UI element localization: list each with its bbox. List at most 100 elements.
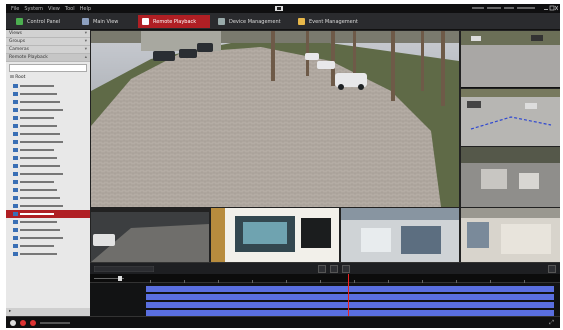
close-icon[interactable]: [554, 5, 558, 11]
date-selector[interactable]: [94, 266, 154, 272]
alarm-icon[interactable]: [20, 319, 26, 326]
chevron-down-icon: ▾: [84, 47, 87, 52]
tab-device-management[interactable]: Device Management: [214, 15, 285, 28]
logo-icon: [275, 6, 283, 11]
user-icon[interactable]: [10, 319, 16, 326]
menu-help[interactable]: Help: [80, 6, 91, 12]
camera-item[interactable]: [6, 234, 90, 242]
section-remote-playback[interactable]: Remote Playback ▴: [6, 54, 90, 62]
timeline-ruler[interactable]: [90, 274, 560, 283]
timeline-tick: [184, 280, 185, 283]
app-window: File System View Tool Help Control Panel…: [6, 4, 560, 328]
timeline-tick: [456, 280, 457, 283]
camera-item[interactable]: [6, 90, 90, 98]
stop-button[interactable]: [318, 265, 326, 273]
camera-icon: [13, 172, 18, 176]
camera-icon: [13, 116, 18, 120]
main-camera-view[interactable]: [91, 31, 459, 207]
section-groups[interactable]: Groups ▾: [6, 38, 90, 46]
left-panel: Views ▾ Groups ▾ Cameras ▾ Remote Playback ▴…: [6, 30, 90, 316]
menu-system[interactable]: System: [24, 6, 43, 12]
camera-label: [20, 173, 63, 175]
camera-icon: [13, 124, 18, 128]
menu-view[interactable]: View: [48, 6, 60, 12]
tab-remote-playback[interactable]: Remote Playback: [138, 15, 210, 28]
tab-main-view[interactable]: Main View: [78, 15, 122, 28]
play-button[interactable]: [330, 265, 338, 273]
tab-label: Main View: [93, 18, 119, 25]
camera-icon: [13, 180, 18, 184]
timeline-track-1[interactable]: [90, 285, 560, 293]
maximize-icon[interactable]: [549, 5, 555, 11]
search-input[interactable]: [9, 64, 87, 72]
bottom-camera-view-4[interactable]: [461, 208, 560, 262]
camera-item[interactable]: [6, 106, 90, 114]
camera-item[interactable]: [6, 146, 90, 154]
recording-segment[interactable]: [146, 302, 554, 308]
camera-list: [6, 82, 90, 258]
camera-item[interactable]: [6, 210, 90, 218]
camera-icon: [13, 132, 18, 136]
timeline-tick: [320, 280, 321, 283]
camera-icon: [13, 252, 18, 256]
camera-item[interactable]: [6, 242, 90, 250]
camera-item[interactable]: [6, 82, 90, 90]
section-cameras[interactable]: Cameras ▾: [6, 46, 90, 54]
side-camera-view-1[interactable]: [461, 31, 560, 88]
camera-item[interactable]: [6, 218, 90, 226]
camera-item[interactable]: [6, 154, 90, 162]
step-forward-button[interactable]: [342, 265, 350, 273]
bottom-camera-view-1[interactable]: [91, 208, 209, 262]
tree-root[interactable]: ⊟ Root: [6, 74, 90, 82]
camera-item[interactable]: [6, 130, 90, 138]
camera-item[interactable]: [6, 186, 90, 194]
recording-segment[interactable]: [146, 294, 554, 300]
camera-icon: [13, 212, 18, 216]
window-controls[interactable]: [544, 5, 558, 11]
camera-item[interactable]: [6, 122, 90, 130]
camera-label: [20, 117, 54, 119]
camera-item[interactable]: [6, 114, 90, 122]
timeline-tick: [286, 280, 287, 283]
timeline-track-3[interactable]: [90, 301, 560, 309]
left-panel-footer[interactable]: ▸: [6, 308, 90, 316]
timeline-track-2[interactable]: [90, 293, 560, 301]
minimize-icon[interactable]: [544, 9, 548, 10]
side-camera-view-2[interactable]: [461, 89, 560, 146]
playback-icon: [142, 18, 149, 25]
menu-file[interactable]: File: [11, 6, 19, 12]
camera-icon: [13, 108, 18, 112]
camera-item[interactable]: [6, 98, 90, 106]
bottom-camera-view-2[interactable]: [211, 208, 339, 262]
camera-label: [20, 149, 54, 151]
expand-icon[interactable]: ⤢: [549, 319, 554, 327]
record-icon[interactable]: [30, 319, 36, 326]
chevron-down-icon: ▾: [84, 31, 87, 36]
tab-control-panel[interactable]: Control Panel: [12, 15, 64, 28]
bottom-camera-view-3[interactable]: [341, 208, 459, 262]
camera-label: [20, 93, 57, 95]
camera-item[interactable]: [6, 194, 90, 202]
track-label: [92, 302, 122, 308]
camera-item[interactable]: [6, 170, 90, 178]
tab-event-management[interactable]: Event Management: [294, 15, 362, 28]
camera-item[interactable]: [6, 226, 90, 234]
camera-icon: [13, 100, 18, 104]
section-views[interactable]: Views ▾: [6, 30, 90, 38]
camera-label: [20, 221, 57, 223]
camera-item[interactable]: [6, 138, 90, 146]
zoom-slider[interactable]: [94, 276, 124, 281]
camera-item[interactable]: [6, 178, 90, 186]
camera-item[interactable]: [6, 250, 90, 258]
timeline[interactable]: [90, 274, 560, 316]
camera-item[interactable]: [6, 162, 90, 170]
camera-icon: [13, 244, 18, 248]
side-camera-view-3[interactable]: [461, 147, 560, 207]
timeline-tick: [490, 280, 491, 283]
menu-tool[interactable]: Tool: [65, 6, 75, 12]
timeline-tick: [388, 280, 389, 283]
recording-segment[interactable]: [146, 286, 554, 292]
camera-item[interactable]: [6, 202, 90, 210]
playhead[interactable]: [348, 274, 349, 316]
fullscreen-button[interactable]: [548, 265, 556, 273]
